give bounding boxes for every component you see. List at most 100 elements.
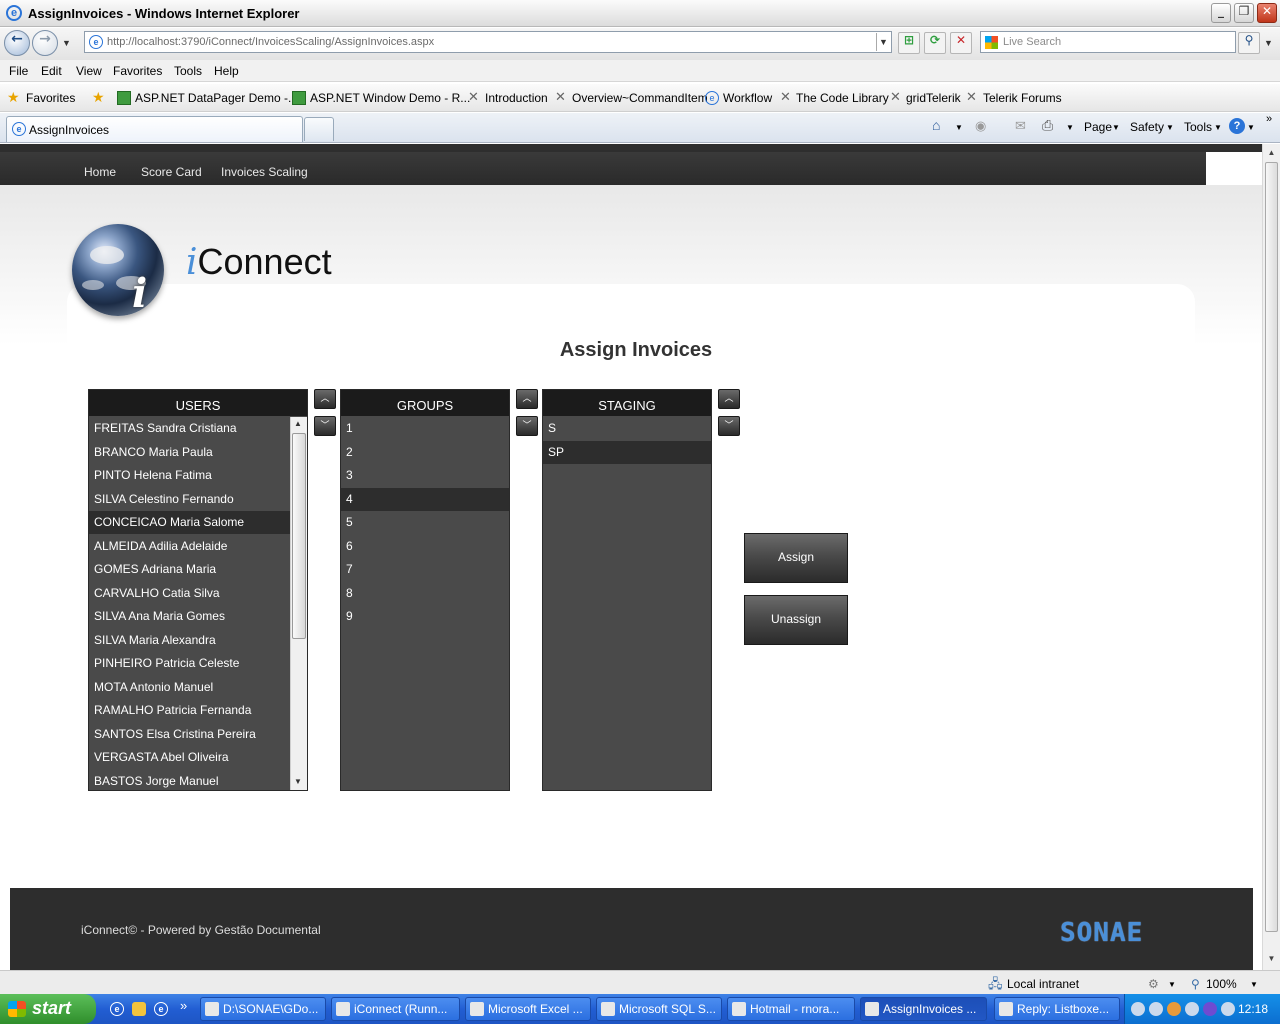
scroll-thumb[interactable] xyxy=(292,433,306,639)
assign-button[interactable]: Assign xyxy=(744,533,848,583)
help-icon[interactable]: ? xyxy=(1229,118,1245,134)
menu-view[interactable]: View xyxy=(76,64,102,78)
stop-icon[interactable]: ✕ xyxy=(950,32,972,54)
protected-mode-icon[interactable]: ⚙ xyxy=(1148,977,1159,991)
address-dropdown-icon[interactable]: ▼ xyxy=(876,33,890,51)
group-list-item[interactable]: 2 xyxy=(341,441,509,464)
group-list-item[interactable]: 9 xyxy=(341,605,509,628)
groups-move-up-button[interactable]: ︿ xyxy=(516,389,538,409)
home-dropdown-icon[interactable]: ▼ xyxy=(955,123,963,132)
new-tab-button[interactable] xyxy=(304,117,334,141)
user-list-item[interactable]: PINTO Helena Fatima xyxy=(89,464,291,487)
staging-move-down-button[interactable]: ﹀ xyxy=(718,416,740,436)
favorite-link-4[interactable]: Overview~CommandItem xyxy=(572,91,708,105)
page-scrollbar[interactable]: ▲ ▼ xyxy=(1262,144,1280,970)
home-icon[interactable]: ⌂ xyxy=(932,117,940,133)
user-list-item[interactable]: ALMEIDA Adilia Adelaide xyxy=(89,535,291,558)
zoom-dropdown-icon[interactable]: ▼ xyxy=(1250,980,1258,989)
add-favorite-icon[interactable]: ★ xyxy=(92,89,106,105)
group-list-item[interactable]: 7 xyxy=(341,558,509,581)
favorite-link-2[interactable]: ASP.NET Window Demo - R... xyxy=(310,91,470,105)
staging-move-up-button[interactable]: ︿ xyxy=(718,389,740,409)
taskbar-item[interactable]: iConnect (Runn... xyxy=(331,997,460,1021)
group-list-item[interactable]: 5 xyxy=(341,511,509,534)
menu-favorites[interactable]: Favorites xyxy=(113,64,162,78)
scroll-down-icon[interactable]: ▼ xyxy=(294,777,302,786)
users-scrollbar[interactable]: ▲ ▼ xyxy=(290,417,307,790)
group-list-item[interactable]: 8 xyxy=(341,582,509,605)
users-move-up-button[interactable]: ︿ xyxy=(314,389,336,409)
user-list-item[interactable]: CONCEICAO Maria Salome xyxy=(89,511,291,534)
user-list-item[interactable]: SILVA Celestino Fernando xyxy=(89,488,291,511)
taskbar-item[interactable]: AssignInvoices ... xyxy=(860,997,987,1021)
nav-invoices-scaling[interactable]: Invoices Scaling xyxy=(221,165,308,179)
menu-file[interactable]: File xyxy=(9,64,28,78)
scroll-up-icon[interactable]: ▲ xyxy=(294,419,302,428)
favorite-link-8[interactable]: Telerik Forums xyxy=(983,91,1062,105)
tray-icon-2[interactable] xyxy=(1149,1002,1163,1016)
groups-move-down-button[interactable]: ﹀ xyxy=(516,416,538,436)
mail-icon[interactable]: ✉ xyxy=(1015,118,1026,134)
user-list-item[interactable]: PINHEIRO Patricia Celeste xyxy=(89,652,291,675)
groups-listbox[interactable]: GROUPS 123456789 xyxy=(340,389,510,791)
tray-icon-5[interactable] xyxy=(1203,1002,1217,1016)
tools-menu[interactable]: Tools xyxy=(1184,120,1212,134)
favorite-link-5[interactable]: Workflow xyxy=(723,91,772,105)
zoom-level[interactable]: 100% xyxy=(1206,977,1237,991)
user-list-item[interactable]: GOMES Adriana Maria xyxy=(89,558,291,581)
staging-listbox[interactable]: STAGING S SP xyxy=(542,389,712,791)
user-list-item[interactable]: BASTOS Jorge Manuel xyxy=(89,770,291,793)
favorite-link-7[interactable]: gridTelerik xyxy=(906,91,961,105)
favorite-link-6[interactable]: The Code Library xyxy=(796,91,889,105)
group-list-item[interactable]: 6 xyxy=(341,535,509,558)
taskbar-item[interactable]: Reply: Listboxe... xyxy=(994,997,1120,1021)
maximize-button[interactable]: ❐ xyxy=(1234,3,1254,23)
group-list-item[interactable]: 1 xyxy=(341,417,509,440)
favorite-link-1[interactable]: ASP.NET DataPager Demo -... xyxy=(135,91,298,105)
quicklaunch-ie2-icon[interactable]: e xyxy=(154,1002,168,1016)
tray-icon-4[interactable] xyxy=(1185,1002,1199,1016)
user-list-item[interactable]: VERGASTA Abel Oliveira xyxy=(89,746,291,769)
close-button[interactable]: ✕ xyxy=(1257,3,1277,23)
start-button[interactable]: start xyxy=(0,994,96,1024)
group-list-item[interactable]: 3 xyxy=(341,464,509,487)
protected-dropdown-icon[interactable]: ▼ xyxy=(1168,980,1176,989)
favorite-link-3[interactable]: Introduction xyxy=(485,91,548,105)
taskbar-item[interactable]: Hotmail - rnora... xyxy=(727,997,855,1021)
user-list-item[interactable]: SILVA Maria Alexandra xyxy=(89,629,291,652)
users-move-down-button[interactable]: ﹀ xyxy=(314,416,336,436)
back-button[interactable]: ← xyxy=(4,30,30,56)
user-list-item[interactable]: MOTA Antonio Manuel xyxy=(89,676,291,699)
group-list-item[interactable]: 4 xyxy=(341,487,509,511)
toolbar-overflow-icon[interactable]: » xyxy=(1266,113,1272,125)
quicklaunch-outlook-icon[interactable] xyxy=(132,1002,146,1016)
forward-button[interactable]: → xyxy=(32,30,58,56)
page-menu[interactable]: Page xyxy=(1084,120,1112,134)
user-list-item[interactable]: RAMALHO Patricia Fernanda xyxy=(89,699,291,722)
search-options-icon[interactable]: ▼ xyxy=(1264,38,1273,48)
feeds-icon[interactable]: ◉ xyxy=(975,118,986,134)
page-scroll-up-icon[interactable]: ▲ xyxy=(1265,146,1278,160)
user-list-item[interactable]: CARVALHO Catia Silva xyxy=(89,582,291,605)
menu-tools[interactable]: Tools xyxy=(174,64,202,78)
tab-assigninvoices[interactable]: e AssignInvoices xyxy=(6,116,303,142)
quicklaunch-ie-icon[interactable]: e xyxy=(110,1002,124,1016)
safety-menu[interactable]: Safety xyxy=(1130,120,1164,134)
search-input[interactable]: Live Search xyxy=(980,31,1236,53)
taskbar-item[interactable]: Microsoft Excel ... xyxy=(465,997,591,1021)
history-dropdown-icon[interactable]: ▼ xyxy=(62,38,71,48)
menu-help[interactable]: Help xyxy=(214,64,239,78)
taskbar-item[interactable]: D:\SONAE\GDo... xyxy=(200,997,326,1021)
unassign-button[interactable]: Unassign xyxy=(744,595,848,645)
taskbar-item[interactable]: Microsoft SQL S... xyxy=(596,997,722,1021)
favorites-button[interactable]: Favorites xyxy=(26,91,75,105)
nav-score-card[interactable]: Score Card xyxy=(141,165,202,179)
staging-list-item[interactable]: S xyxy=(543,417,711,440)
user-list-item[interactable]: BRANCO Maria Paula xyxy=(89,441,291,464)
tray-icon-3[interactable] xyxy=(1167,1002,1181,1016)
nav-home[interactable]: Home xyxy=(84,165,116,179)
staging-list-item[interactable]: SP xyxy=(543,440,711,464)
page-scroll-thumb[interactable] xyxy=(1265,162,1278,932)
address-bar[interactable]: e http://localhost:3790/iConnect/Invoice… xyxy=(84,31,892,53)
search-go-icon[interactable]: ⚲ xyxy=(1238,32,1260,54)
